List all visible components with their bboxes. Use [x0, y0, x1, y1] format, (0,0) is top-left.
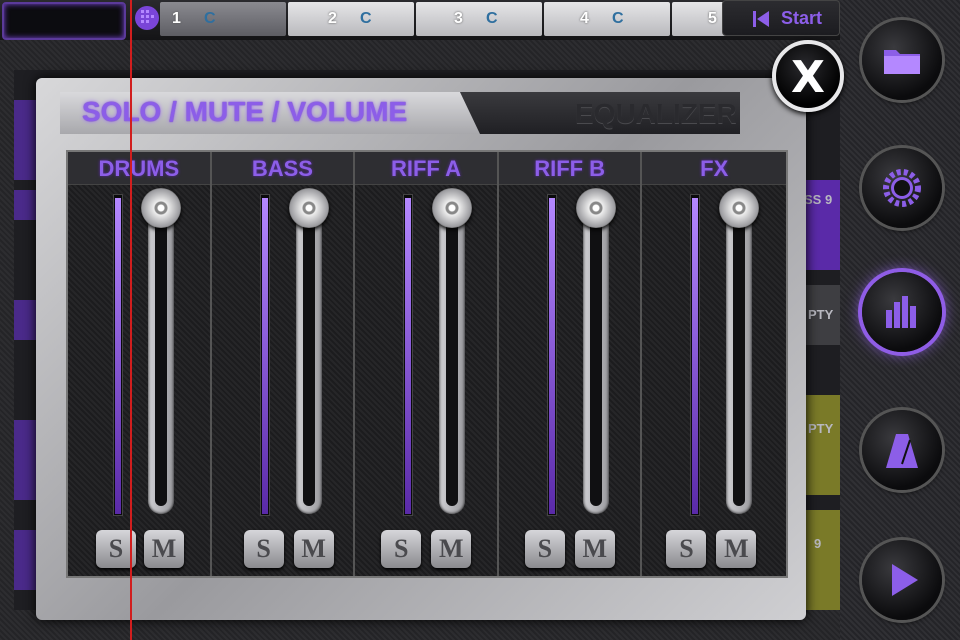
bar-tab-4[interactable]: 4C [544, 2, 670, 36]
volume-slider-track[interactable] [439, 194, 466, 514]
volume-knob[interactable] [432, 188, 473, 228]
track-strip [14, 420, 36, 500]
mute-button[interactable]: M [293, 530, 334, 568]
bar-tab-1[interactable]: 1C [160, 2, 286, 36]
channel-strip-riff-b: RIFF B S M [498, 152, 643, 576]
tab-equalizer[interactable]: EQUALIZER [460, 92, 740, 134]
pattern-slot[interactable]: 9 [800, 510, 840, 610]
channel-strip-bass: BASS S M [211, 152, 356, 576]
close-icon: X [791, 52, 825, 103]
solo-button[interactable]: S [381, 530, 422, 568]
folder-icon [884, 50, 920, 74]
loop-grid-icon[interactable] [133, 4, 161, 32]
channel-header: RIFF A [355, 152, 497, 185]
level-meter [546, 194, 557, 516]
dialog-tabbar: SOLO / MUTE / VOLUME EQUALIZER [60, 92, 740, 134]
bar-tab-2[interactable]: 2C [288, 2, 414, 36]
settings-gear-icon [883, 169, 921, 207]
close-dialog-button[interactable]: X [772, 40, 844, 112]
level-meter [690, 194, 701, 516]
channel-strip-fx: FX S M [642, 152, 787, 576]
pattern-slot[interactable]: PTY [800, 395, 840, 495]
metronome-button[interactable] [862, 410, 942, 490]
go-to-start-button[interactable]: Start [722, 0, 840, 36]
settings-button[interactable] [862, 148, 942, 228]
channel-header: RIFF B [498, 152, 641, 185]
mute-button[interactable]: M [574, 530, 615, 568]
mixer-bars-icon [886, 296, 916, 328]
track-strip [14, 300, 36, 340]
display-screen [2, 2, 126, 40]
volume-slider-track[interactable] [726, 194, 753, 514]
volume-slider-track[interactable] [148, 194, 174, 514]
solo-button[interactable]: S [666, 530, 707, 568]
skip-to-start-icon [753, 11, 769, 27]
level-meter [113, 194, 123, 516]
pattern-slot[interactable]: PTY [800, 285, 840, 345]
top-bar: 1C 2C 3C 4C 5 Start [0, 0, 960, 40]
volume-knob[interactable] [141, 188, 181, 228]
tab-solo-mute-volume[interactable]: SOLO / MUTE / VOLUME [60, 92, 480, 134]
volume-knob[interactable] [719, 188, 760, 228]
solo-button[interactable]: S [524, 530, 565, 568]
channel-strip-drums: DRUMS S M [68, 152, 212, 576]
volume-knob[interactable] [288, 188, 329, 228]
track-strip [14, 530, 36, 590]
channel-strip-riff-a: RIFF A S M [355, 152, 499, 576]
playhead-line [130, 0, 132, 640]
solo-button[interactable]: S [243, 530, 284, 568]
channel-header: BASS [211, 152, 354, 185]
level-meter [259, 194, 270, 516]
mute-button[interactable]: M [431, 530, 472, 568]
track-strip [14, 100, 36, 180]
mixer-panel: DRUMS S M BASS S M RIFF A S M RIFF B S M… [66, 150, 788, 578]
bar-tab-3[interactable]: 3C [416, 2, 542, 36]
mute-button[interactable]: M [716, 530, 757, 568]
pattern-slot[interactable]: SS 9 [800, 180, 840, 270]
channel-header: FX [642, 152, 787, 185]
play-button[interactable] [862, 540, 942, 620]
level-meter [403, 194, 414, 516]
volume-slider-track[interactable] [295, 194, 322, 514]
mixer-button[interactable] [862, 272, 942, 352]
play-icon [892, 564, 918, 596]
track-strip [14, 190, 36, 220]
bar-tabs: 1C 2C 3C 4C 5 [160, 2, 750, 36]
volume-knob[interactable] [575, 188, 616, 228]
channel-header: DRUMS [68, 152, 210, 185]
volume-slider-track[interactable] [582, 194, 609, 514]
open-folder-button[interactable] [862, 20, 942, 100]
mute-button[interactable]: M [144, 530, 184, 568]
metronome-icon [886, 434, 918, 468]
